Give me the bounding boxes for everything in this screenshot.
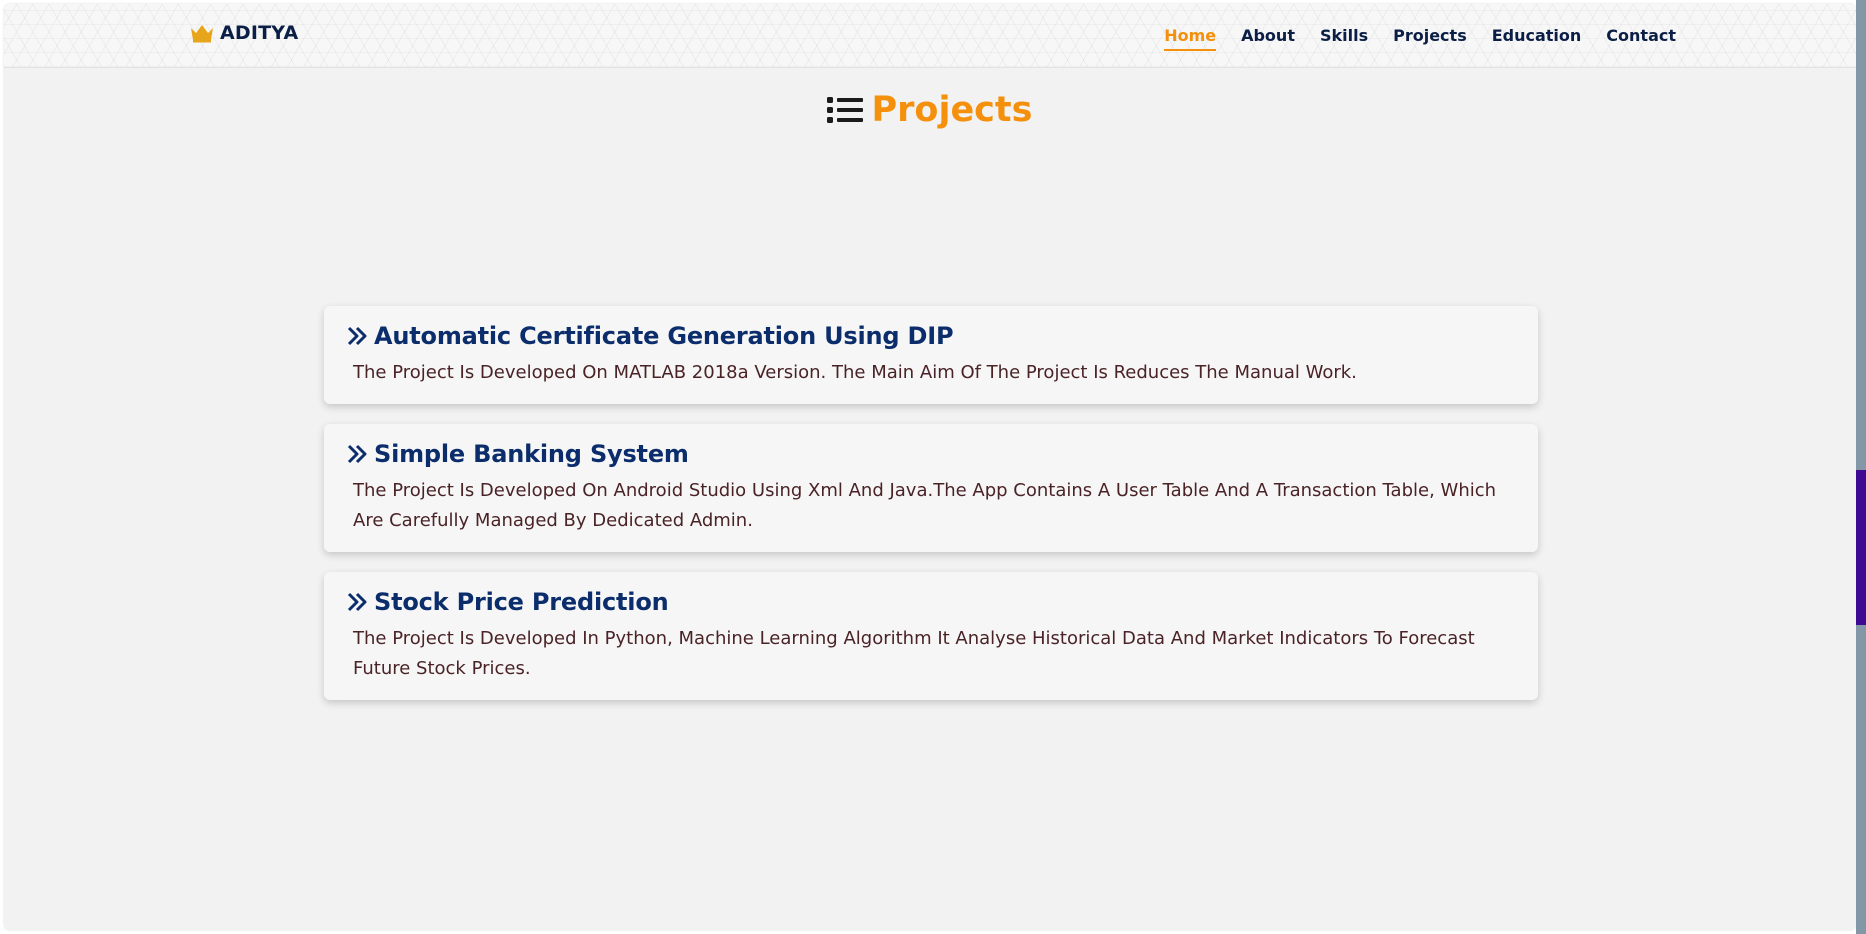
double-chevron-right-icon — [347, 592, 367, 612]
project-title: Simple Banking System — [374, 440, 689, 468]
nav-about[interactable]: About — [1241, 26, 1295, 51]
header: ADITYA Home About Skills Projects Educat… — [4, 4, 1856, 68]
crown-icon — [191, 25, 213, 43]
nav-education[interactable]: Education — [1492, 26, 1582, 51]
project-card: Automatic Certificate Generation Using D… — [324, 306, 1538, 404]
project-card: Stock Price Prediction The Project Is De… — [324, 572, 1538, 700]
scrollbar[interactable] — [1856, 0, 1866, 934]
nav-projects[interactable]: Projects — [1393, 26, 1467, 51]
logo-text: ADITYA — [220, 22, 299, 44]
nav-skills[interactable]: Skills — [1320, 26, 1368, 51]
project-description: The Project Is Developed On Android Stud… — [353, 480, 1497, 531]
project-description: The Project Is Developed On MATLAB 2018a… — [353, 362, 1357, 383]
section-heading: Projects — [4, 90, 1856, 130]
scrollbar-thumb[interactable] — [1856, 470, 1866, 625]
project-card: Simple Banking System The Project Is Dev… — [324, 424, 1538, 552]
page: ADITYA Home About Skills Projects Educat… — [4, 4, 1856, 930]
double-chevron-right-icon — [347, 444, 367, 464]
project-title: Stock Price Prediction — [374, 588, 669, 616]
double-chevron-right-icon — [347, 326, 367, 346]
nav-contact[interactable]: Contact — [1606, 26, 1676, 51]
list-icon — [827, 97, 864, 123]
project-description: The Project Is Developed In Python, Mach… — [353, 628, 1475, 679]
logo[interactable]: ADITYA — [190, 22, 298, 44]
project-title: Automatic Certificate Generation Using D… — [374, 322, 954, 350]
section-title: Projects — [871, 90, 1033, 130]
nav-bar: Home About Skills Projects Education Con… — [1164, 26, 1676, 51]
nav-home[interactable]: Home — [1164, 26, 1216, 51]
